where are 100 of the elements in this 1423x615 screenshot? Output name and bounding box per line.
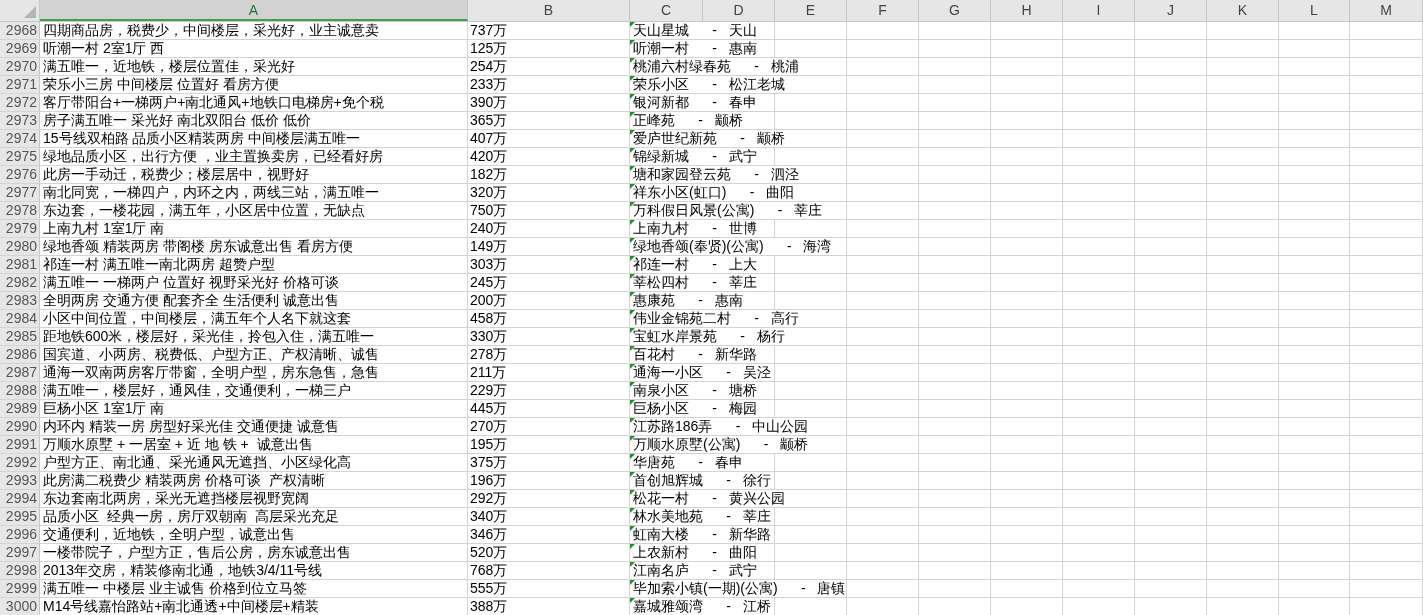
table-cell: 华唐苑 - 春申 bbox=[630, 454, 744, 471]
select-all-icon[interactable] bbox=[24, 6, 36, 18]
corner-triangle-icon bbox=[630, 76, 635, 81]
column-header[interactable]: I bbox=[1063, 0, 1135, 21]
row-header[interactable]: 2971 bbox=[0, 76, 40, 93]
table-cell: 407万 bbox=[470, 130, 508, 146]
table-cell: 荣乐小三房 中间楼层 位置好 看房方便 bbox=[43, 76, 279, 92]
row-header[interactable]: 2999 bbox=[0, 580, 40, 597]
table-cell: 上南九村 - 世博 bbox=[630, 220, 758, 237]
row-header[interactable]: 2969 bbox=[0, 40, 40, 57]
table-cell: 正峰苑 - 颛桥 bbox=[630, 112, 744, 129]
row-header[interactable]: 2980 bbox=[0, 238, 40, 255]
table-cell: 211万 bbox=[470, 364, 507, 380]
row-header[interactable]: 2986 bbox=[0, 346, 40, 363]
column-header[interactable]: E bbox=[775, 0, 847, 21]
row-header[interactable]: 2978 bbox=[0, 202, 40, 219]
row-header[interactable]: 2976 bbox=[0, 166, 40, 183]
table-cell: 390万 bbox=[470, 94, 508, 110]
table-cell: 天山星城 - 天山 bbox=[630, 22, 758, 39]
table-cell: 银河新都 - 春申 bbox=[630, 94, 758, 111]
table-cell: 520万 bbox=[470, 544, 508, 560]
corner-triangle-icon bbox=[630, 256, 635, 261]
row-header[interactable]: 2988 bbox=[0, 382, 40, 399]
corner-triangle-icon bbox=[630, 202, 635, 207]
column-header[interactable]: M bbox=[1350, 0, 1423, 21]
table-cell: 182万 bbox=[470, 166, 508, 182]
row-header[interactable]: 2970 bbox=[0, 58, 40, 75]
corner-triangle-icon bbox=[630, 22, 635, 27]
table-cell: 嘉城雅颂湾 - 江桥 bbox=[630, 598, 772, 615]
table-cell: 绿地香颂 精装两房 带阁楼 房东诚意出售 看房方便 bbox=[43, 238, 353, 254]
column-header[interactable]: L bbox=[1279, 0, 1350, 21]
corner-triangle-icon bbox=[630, 310, 635, 315]
row-header[interactable]: 2998 bbox=[0, 562, 40, 579]
row-header[interactable]: 2991 bbox=[0, 436, 40, 453]
table-cell: 距地铁600米，楼层好，采光佳，拎包入住，满五唯一 bbox=[43, 328, 375, 344]
table-cell: 此房一手动迁，税费少；楼层居中，视野好 bbox=[43, 166, 309, 182]
column-header[interactable]: A bbox=[40, 0, 468, 21]
row-header[interactable]: 2990 bbox=[0, 418, 40, 435]
row-header[interactable]: 3000 bbox=[0, 598, 40, 615]
table-cell: 国宾道、小两房、税费低、户型方正、产权清晰、诚售 bbox=[43, 346, 379, 362]
corner-triangle-icon bbox=[630, 544, 635, 549]
table-cell: 万科假日风景(公寓) - 莘庄 bbox=[630, 202, 823, 219]
table-cell: 750万 bbox=[470, 202, 508, 218]
row-header[interactable]: 2994 bbox=[0, 490, 40, 507]
table-cell: 万顺水原墅(公寓) - 颛桥 bbox=[630, 436, 809, 453]
table-cell: 满五唯一 中楼层 业主诚售 价格到位立马签 bbox=[43, 580, 307, 596]
row-header[interactable]: 2973 bbox=[0, 112, 40, 129]
row-header[interactable]: 2981 bbox=[0, 256, 40, 273]
table-cell: M14号线嘉怡路站+南北通透+中间楼层+精装 bbox=[43, 598, 319, 614]
column-header[interactable]: K bbox=[1207, 0, 1279, 21]
row-header[interactable]: 2987 bbox=[0, 364, 40, 381]
table-cell: 上南九村 1室1厅 南 bbox=[43, 220, 165, 236]
column-header[interactable]: G bbox=[919, 0, 991, 21]
table-cell: 245万 bbox=[470, 274, 508, 290]
column-header[interactable]: H bbox=[991, 0, 1063, 21]
row-header[interactable]: 2974 bbox=[0, 130, 40, 147]
column-header[interactable]: B bbox=[468, 0, 630, 21]
column-header[interactable]: F bbox=[847, 0, 919, 21]
table-cell: 全明两房 交通方便 配套齐全 生活便利 诚意出售 bbox=[43, 292, 339, 308]
table-cell: 420万 bbox=[470, 148, 508, 164]
row-header[interactable]: 2996 bbox=[0, 526, 40, 543]
table-cell: 房子满五唯一 采光好 南北双阳台 低价 低价 bbox=[43, 112, 311, 128]
row-header[interactable]: 2972 bbox=[0, 94, 40, 111]
table-cell: 445万 bbox=[470, 400, 508, 416]
table-cell: 松花一村 - 黄兴公园 bbox=[630, 490, 786, 507]
row-header[interactable]: 2979 bbox=[0, 220, 40, 237]
table-cell: 737万 bbox=[470, 22, 508, 38]
row-header[interactable]: 2977 bbox=[0, 184, 40, 201]
row-header[interactable]: 2995 bbox=[0, 508, 40, 525]
row-header[interactable]: 2993 bbox=[0, 472, 40, 489]
column-header[interactable]: C bbox=[630, 0, 703, 21]
corner-triangle-icon bbox=[630, 508, 635, 513]
corner-triangle-icon bbox=[630, 112, 635, 117]
row-header[interactable]: 2997 bbox=[0, 544, 40, 561]
row-header[interactable]: 2992 bbox=[0, 454, 40, 471]
corner-triangle-icon bbox=[630, 148, 635, 153]
table-cell: 江南名庐 - 武宁 bbox=[630, 562, 758, 579]
table-cell: 听潮一村 - 惠南 bbox=[630, 40, 758, 57]
table-cell: 292万 bbox=[470, 490, 508, 506]
row-header[interactable]: 2983 bbox=[0, 292, 40, 309]
column-header[interactable]: J bbox=[1135, 0, 1207, 21]
row-header[interactable]: 2968 bbox=[0, 22, 40, 39]
table-cell: 此房满二税费少 精装两房 价格可谈 产权清晰 bbox=[43, 472, 325, 488]
row-header[interactable]: 2984 bbox=[0, 310, 40, 327]
row-header[interactable]: 2989 bbox=[0, 400, 40, 417]
table-cell: 百花村 - 新华路 bbox=[630, 346, 758, 363]
table-cell: 满五唯一，近地铁，楼层位置佳，采光好 bbox=[43, 58, 295, 74]
table-cell: 149万 bbox=[470, 238, 508, 254]
table-cell: 2013年交房，精装修南北通，地铁3/4/11号线 bbox=[43, 562, 323, 578]
table-cell: 南泉小区 - 塘桥 bbox=[630, 382, 758, 399]
corner-triangle-icon bbox=[630, 490, 635, 495]
table-cell: 惠康苑 - 惠南 bbox=[630, 292, 744, 309]
row-header[interactable]: 2982 bbox=[0, 274, 40, 291]
table-cell: 内环内 精装一房 房型好采光佳 交通便捷 诚意售 bbox=[43, 418, 339, 434]
table-cell: 340万 bbox=[470, 508, 508, 524]
row-header[interactable]: 2985 bbox=[0, 328, 40, 345]
row-header[interactable]: 2975 bbox=[0, 148, 40, 165]
table-cell: 196万 bbox=[470, 472, 508, 488]
column-header[interactable]: D bbox=[703, 0, 775, 21]
table-cell: 458万 bbox=[470, 310, 508, 326]
